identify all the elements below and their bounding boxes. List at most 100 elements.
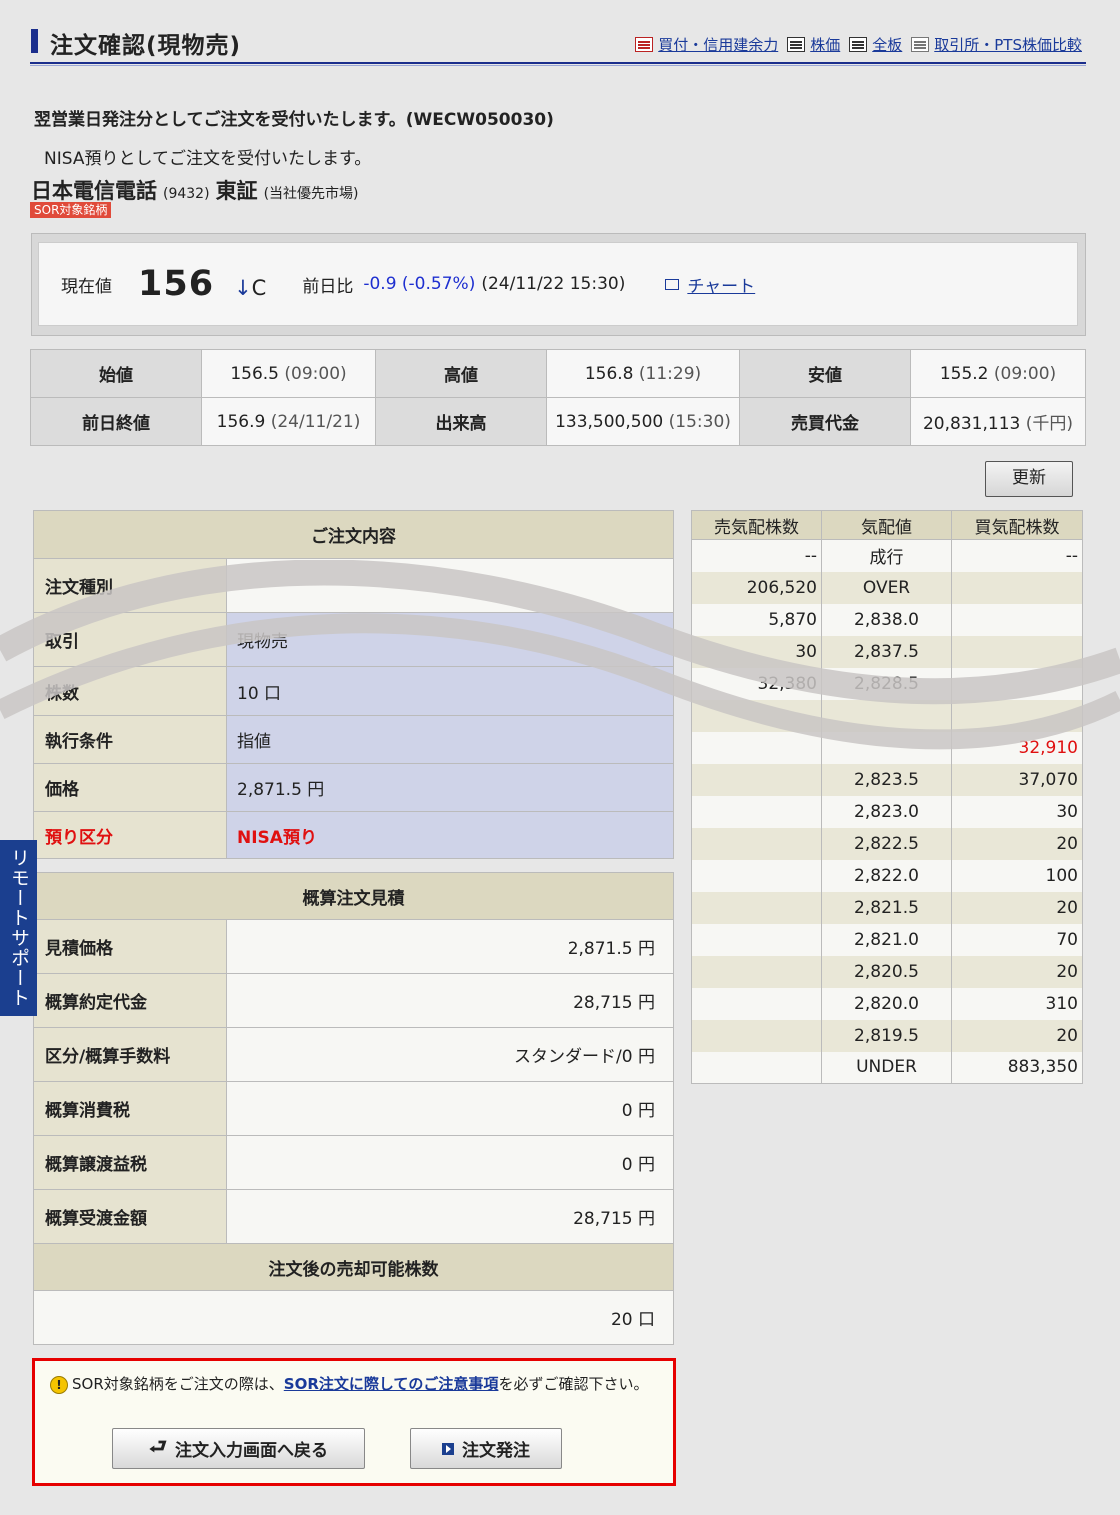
order-book-buy-cell: 37,070 [951, 763, 1083, 796]
account-type-label: 預り区分 [33, 811, 227, 859]
order-book-sell-cell: 32,380 [691, 667, 822, 700]
estimate-label: 概算受渡金額 [33, 1189, 227, 1244]
order-book-sell-cell: -- [691, 539, 822, 572]
back-to-input-button[interactable]: ⮐ 注文入力画面へ戻る [112, 1428, 365, 1469]
order-book-row: 2,823.0 30 [691, 795, 1083, 828]
window-icon [911, 37, 930, 52]
order-book-sell-cell [691, 1051, 822, 1084]
order-book-price-cell: OVER [821, 571, 952, 604]
estimate-value: 0 円 [226, 1081, 674, 1136]
volume-label: 出来高 [375, 397, 547, 446]
buying-power-link[interactable]: 買付・信用建余力 [635, 34, 778, 55]
order-book-price-cell: 2,837.5 [821, 635, 952, 668]
submit-icon [442, 1442, 454, 1455]
order-book-row: 2,822.0 100 [691, 859, 1083, 892]
low-label: 安値 [739, 349, 911, 398]
trade-value: 現物売 [226, 612, 674, 667]
order-book-row: 32,910 [691, 731, 1083, 764]
order-book-row: 2,822.5 20 [691, 827, 1083, 860]
order-book-price-cell: 2,823.5 [821, 763, 952, 796]
order-book-sell-cell [691, 699, 822, 732]
order-book-buy-cell [951, 571, 1083, 604]
prev-day-label: 前日比 [302, 276, 354, 297]
order-content-table: ご注文内容 注文種別 取引 現物売 株数 10 口 執行条件 指値 価格 2,871.5… [33, 510, 674, 859]
place-order-button[interactable]: 注文発注 [410, 1428, 562, 1469]
estimate-label: 概算約定代金 [33, 973, 227, 1028]
header-links: 買付・信用建余力 株価 全板 取引所・PTS株価比較 [635, 34, 1082, 55]
title-bar-mark [31, 29, 38, 53]
order-book-buy-cell: 310 [951, 987, 1083, 1020]
order-book-buy-cell: 30 [951, 795, 1083, 828]
turnover-value: 20,831,113 (千円) [910, 397, 1086, 446]
stock-price-link[interactable]: 株価 [787, 34, 840, 55]
turnover-label: 売買代金 [739, 397, 911, 446]
order-book-row: 2,823.5 37,070 [691, 763, 1083, 796]
order-book-price-cell: 2,838.0 [821, 603, 952, 636]
price-panel: 現在値 156 ↓ C 前日比 -0.9 (-0.57%) (24/11/22 … [38, 242, 1078, 326]
window-icon [849, 37, 868, 52]
order-book-row: 206,520 OVER [691, 571, 1083, 604]
return-arrow-icon: ⮐ [149, 1433, 167, 1458]
estimate-label: 概算消費税 [33, 1081, 227, 1136]
sor-caution-link[interactable]: SOR注文に際してのご注意事項 [284, 1375, 499, 1393]
order-book-price-cell: 2,821.5 [821, 891, 952, 924]
prev-close-value: 156.9 (24/11/21) [201, 397, 376, 446]
high-value: 156.8 (11:29) [546, 349, 740, 398]
price-value: 2,871.5 円 [226, 763, 674, 812]
price-timestamp: (24/11/22 15:30) [481, 274, 626, 294]
order-book-row: 30 2,837.5 [691, 635, 1083, 668]
page-title: 注文確認(現物売) [50, 33, 242, 59]
sor-badge: SOR対象銘柄 [30, 202, 112, 218]
volume-value: 133,500,500 (15:30) [546, 397, 740, 446]
order-book-sell-cell [691, 987, 822, 1020]
order-book-buy-cell [951, 603, 1083, 636]
estimate-section-title: 概算注文見積 [33, 872, 674, 920]
open-label: 始値 [30, 349, 202, 398]
board-header-buy: 買気配株数 [951, 510, 1083, 540]
order-book-sell-cell [691, 923, 822, 956]
open-value: 156.5 (09:00) [201, 349, 376, 398]
quantity-value: 10 口 [226, 666, 674, 716]
sellable-section-title: 注文後の売却可能株数 [33, 1243, 674, 1291]
trade-label: 取引 [33, 612, 227, 667]
order-book-sell-cell [691, 891, 822, 924]
refresh-button[interactable]: 更新 [985, 461, 1073, 497]
order-book-price-cell: 2,822.5 [821, 827, 952, 860]
order-book-price-cell: UNDER [821, 1051, 952, 1084]
popup-window-icon [665, 278, 680, 290]
estimate-value: 28,715 円 [226, 1189, 674, 1244]
header-divider [30, 62, 1086, 66]
warning-icon: ! [50, 1375, 68, 1394]
order-type-value [226, 558, 674, 613]
order-book-price-cell: 2,820.0 [821, 987, 952, 1020]
full-board-link[interactable]: 全板 [849, 34, 902, 55]
exchange-compare-link[interactable]: 取引所・PTS株価比較 [911, 34, 1082, 55]
order-book-buy-cell: 70 [951, 923, 1083, 956]
order-book-row [691, 699, 1083, 732]
order-type-label: 注文種別 [33, 558, 227, 613]
current-price-label: 現在値 [61, 276, 112, 297]
stock-code: (9432) [163, 186, 210, 202]
order-book-sell-cell [691, 731, 822, 764]
remote-support-tab[interactable]: リモートサポート [0, 840, 37, 1016]
order-book-price-cell: 成行 [821, 539, 952, 572]
order-book-price-cell: 2,821.0 [821, 923, 952, 956]
order-book-sell-cell: 30 [691, 635, 822, 668]
order-book-buy-cell: 32,910 [951, 731, 1083, 764]
price-change: -0.9 (-0.57%) [363, 274, 476, 294]
order-book-sell-cell [691, 859, 822, 892]
order-book-buy-cell: 20 [951, 1019, 1083, 1052]
order-accepted-message: 翌営業日発注分としてご注文を受付いたします。(WECW050030) [34, 110, 554, 130]
order-book-sell-cell [691, 827, 822, 860]
estimate-table: 概算注文見積 見積価格 2,871.5 円 概算約定代金 28,715 円 区分/概… [33, 872, 674, 1345]
order-book-price-cell: 2,822.0 [821, 859, 952, 892]
high-label: 高値 [375, 349, 547, 398]
nisa-message: NISA預りとしてご注文を受付いたします。 [44, 149, 372, 169]
order-book-price-cell [821, 699, 952, 732]
order-book-sell-cell [691, 763, 822, 796]
order-book-buy-cell [951, 699, 1083, 732]
chart-link[interactable]: チャート [665, 272, 755, 297]
estimate-value: 0 円 [226, 1135, 674, 1190]
order-book-sell-cell [691, 955, 822, 988]
order-book-sell-cell: 206,520 [691, 571, 822, 604]
